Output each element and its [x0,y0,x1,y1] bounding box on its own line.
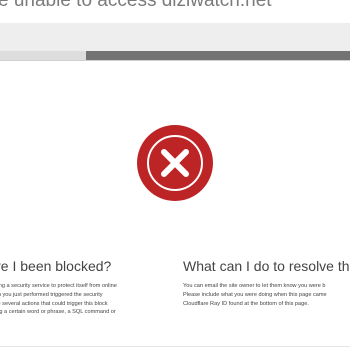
resolve-section: What can I do to resolve this? You can e… [183,258,350,308]
error-x-icon [137,125,213,201]
page-heading: e unable to access diziwatch.net [0,0,272,11]
browser-illustration-bar [0,23,350,61]
footer-divider [0,346,350,347]
browser-illustration-line-light [0,51,86,60]
why-blocked-section: ave I been blocked? is using a security … [0,258,156,326]
resolve-text: You can email the site owner to let them… [183,283,327,307]
resolve-title: What can I do to resolve this? [183,258,350,274]
why-blocked-title: ave I been blocked? [0,258,112,274]
blocked-page: e unable to access diziwatch.net ave I b… [0,0,350,350]
why-blocked-text: is using a security service to protect i… [0,283,117,316]
